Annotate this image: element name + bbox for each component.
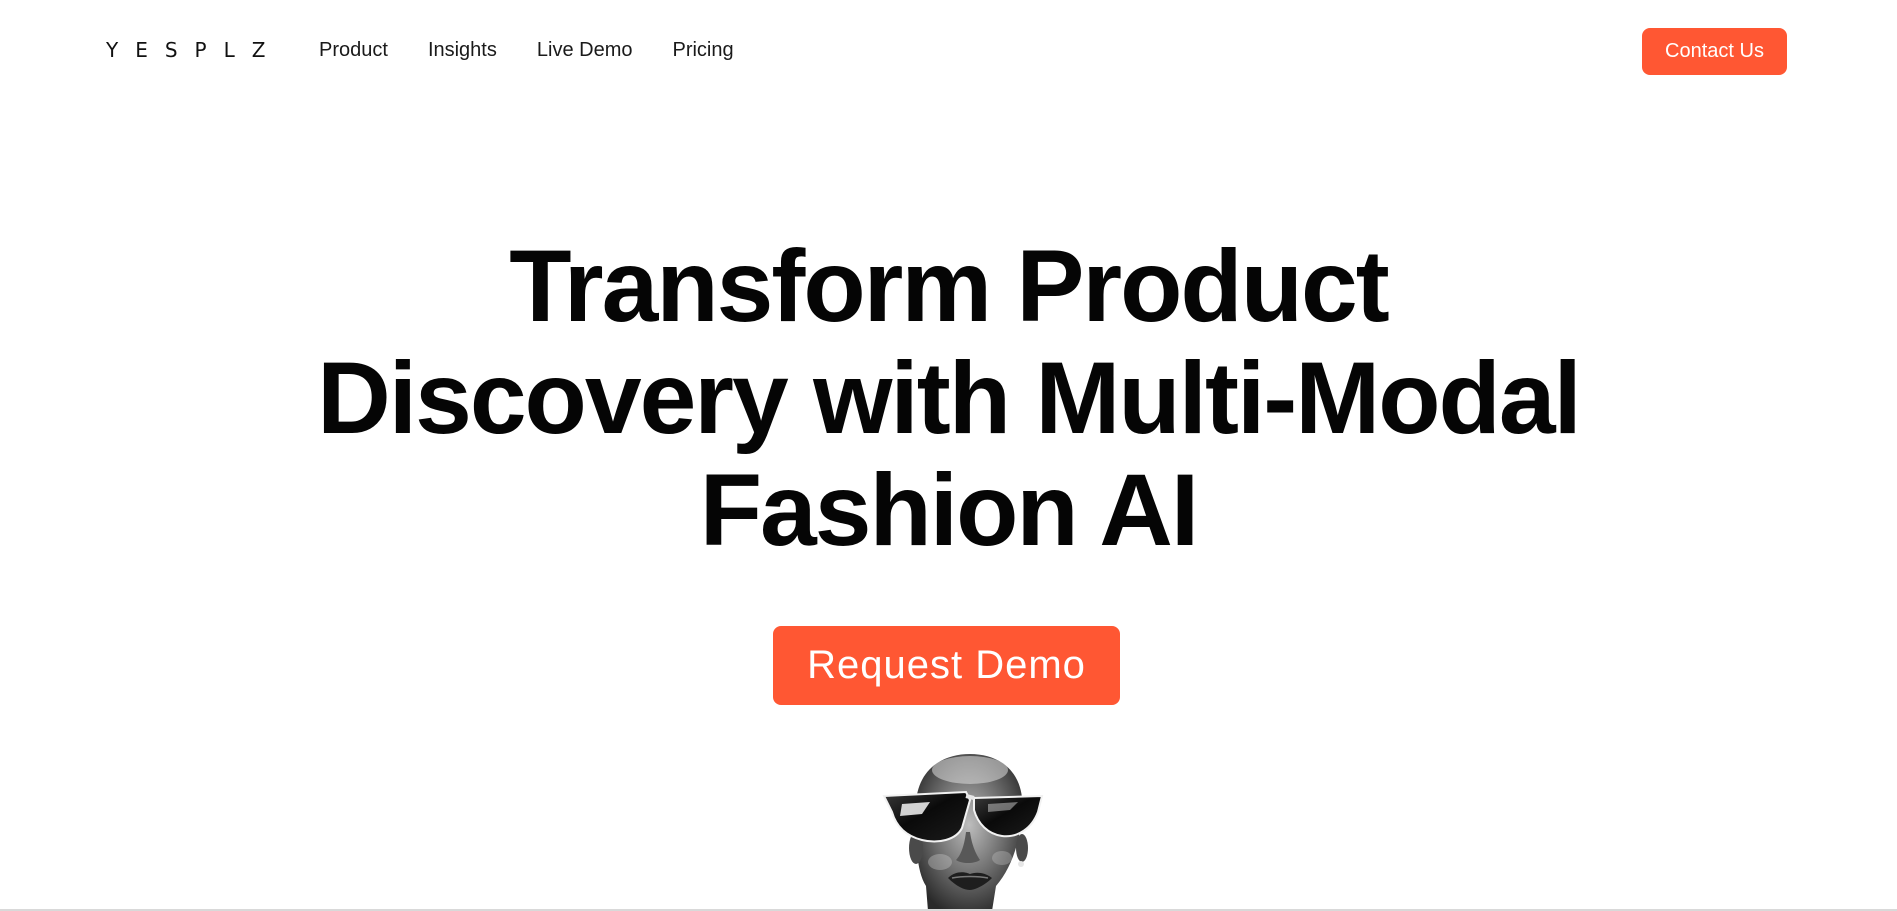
brand-logo[interactable]: YESPLZ	[106, 38, 282, 62]
hero-title-line-2: Discovery with Multi-Modal	[317, 341, 1582, 455]
nav-links: Product Insights Live Demo Pricing	[319, 38, 774, 62]
nav-link-live-demo[interactable]: Live Demo	[537, 38, 633, 62]
request-demo-button[interactable]: Request Demo	[773, 626, 1120, 705]
hero-title: Transform Product Discovery with Multi-M…	[0, 230, 1897, 566]
hero-title-line-3: Fashion AI	[699, 453, 1200, 567]
nav-link-product[interactable]: Product	[319, 38, 388, 62]
nav-link-pricing[interactable]: Pricing	[672, 38, 733, 62]
fashion-model-portrait	[882, 754, 1044, 911]
nav-link-insights[interactable]: Insights	[428, 38, 497, 62]
landing-page: YESPLZ Product Insights Live Demo Pricin…	[0, 0, 1897, 911]
top-navigation: YESPLZ Product Insights Live Demo Pricin…	[0, 0, 1897, 101]
hero-title-line-1: Transform Product	[509, 229, 1389, 343]
contact-us-button[interactable]: Contact Us	[1642, 28, 1787, 75]
